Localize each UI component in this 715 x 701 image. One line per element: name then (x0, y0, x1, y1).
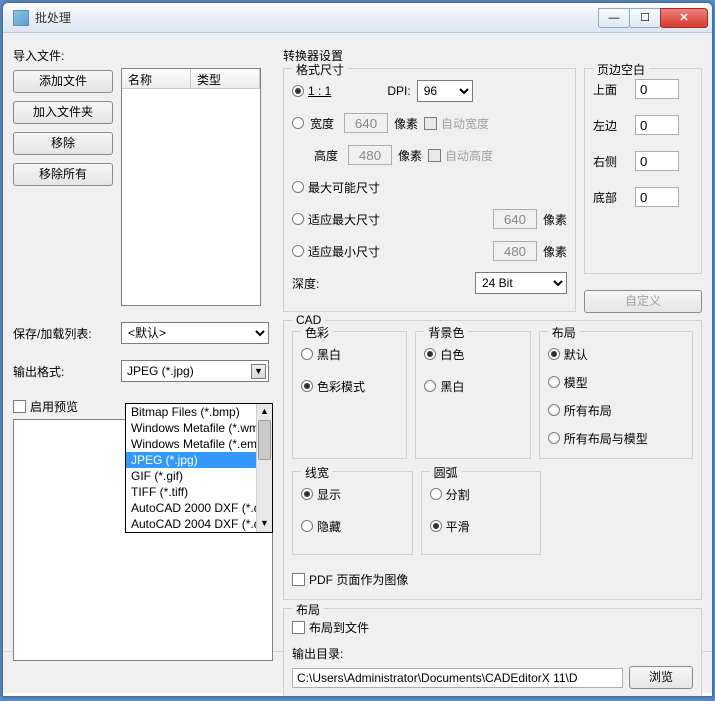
format-option[interactable]: TIFF (*.tiff) (126, 484, 272, 500)
margin-left-input[interactable] (635, 115, 679, 135)
layout-default-radio[interactable]: 默认 (548, 346, 588, 363)
margins-title: 页边空白 (593, 61, 649, 78)
col-type[interactable]: 类型 (191, 69, 260, 88)
custom-button: 自定义 (584, 290, 702, 313)
dpi-label: DPI: (387, 84, 410, 98)
add-folder-button[interactable]: 加入文件夹 (13, 101, 113, 124)
titlebar: 批处理 — ☐ ✕ (3, 3, 712, 33)
arc-split-radio[interactable]: 分割 (430, 486, 470, 503)
lw-hide-radio[interactable]: 隐藏 (301, 518, 341, 535)
format-option[interactable]: Windows Metafile (*.wmf) (126, 420, 272, 436)
pdf-as-image-checkbox[interactable]: PDF 页面作为图像 (292, 571, 408, 588)
output-format-label: 输出格式: (13, 363, 113, 380)
format-option[interactable]: Bitmap Files (*.bmp) (126, 404, 272, 420)
browse-button[interactable]: 浏览 (629, 666, 693, 689)
auto-width-checkbox: 自动宽度 (424, 115, 489, 132)
bg-white-radio[interactable]: 白色 (424, 346, 464, 363)
height-input[interactable] (348, 145, 392, 165)
fit-max-radio[interactable]: 适应最大尺寸 (292, 211, 380, 228)
outdir-label: 输出目录: (292, 645, 693, 662)
layout-section-title: 布局 (292, 601, 324, 618)
format-option[interactable]: JPEG (*.jpg) (126, 452, 272, 468)
file-list[interactable]: 名称 类型 (121, 68, 261, 306)
width-input[interactable] (344, 113, 388, 133)
depth-select[interactable]: 24 Bit (475, 272, 567, 294)
save-list-label: 保存/加载列表: (13, 325, 113, 342)
output-format-combo[interactable]: JPEG (*.jpg) ▼ (121, 360, 269, 382)
dpi-select[interactable]: 96 (417, 80, 473, 102)
format-option[interactable]: GIF (*.gif) (126, 468, 272, 484)
margin-right-input[interactable] (635, 151, 679, 171)
save-list-select[interactable]: <默认> (121, 322, 269, 344)
bg-black-radio[interactable]: 黑白 (424, 378, 464, 395)
layout-all-radio[interactable]: 所有布局 (548, 402, 612, 419)
layout-model-radio[interactable]: 模型 (548, 374, 588, 391)
depth-label: 深度: (292, 275, 319, 292)
max-possible-radio[interactable]: 最大可能尺寸 (292, 179, 380, 196)
arc-smooth-radio[interactable]: 平滑 (430, 518, 470, 535)
output-format-dropdown[interactable]: Bitmap Files (*.bmp)Windows Metafile (*.… (125, 403, 273, 533)
window-title: 批处理 (35, 9, 599, 26)
dim-radio[interactable] (292, 117, 304, 129)
fit-min-radio[interactable]: 适应最小尺寸 (292, 243, 380, 260)
fit-min-input[interactable] (493, 241, 537, 261)
col-name[interactable]: 名称 (122, 69, 191, 88)
import-label: 导入文件: (13, 47, 273, 64)
format-option[interactable]: Windows Metafile (*.emf) (126, 436, 272, 452)
color-bw-radio[interactable]: 黑白 (301, 346, 341, 363)
outdir-input[interactable] (292, 668, 623, 688)
layout-to-file-checkbox[interactable]: 布局到文件 (292, 619, 369, 636)
format-size-title: 格式尺寸 (292, 61, 348, 78)
app-icon (13, 10, 29, 26)
format-option[interactable]: AutoCAD 2000 DXF (*.dxf) (126, 500, 272, 516)
color-mode-radio[interactable]: 色彩模式 (301, 378, 365, 395)
margin-top-input[interactable] (635, 79, 679, 99)
ratio-1-1-radio[interactable]: 1 : 1 (292, 84, 331, 98)
chevron-down-icon: ▼ (251, 364, 266, 379)
fit-max-input[interactable] (493, 209, 537, 229)
lw-show-radio[interactable]: 显示 (301, 486, 341, 503)
add-file-button[interactable]: 添加文件 (13, 70, 113, 93)
layout-all-model-radio[interactable]: 所有布局与模型 (548, 430, 648, 447)
margin-bottom-input[interactable] (635, 187, 679, 207)
minimize-button[interactable]: — (598, 8, 630, 28)
format-option[interactable]: AutoCAD 2004 DXF (*.dxf) (126, 516, 272, 532)
remove-button[interactable]: 移除 (13, 132, 113, 155)
remove-all-button[interactable]: 移除所有 (13, 163, 113, 186)
auto-height-checkbox: 自动高度 (428, 147, 493, 164)
close-button[interactable]: ✕ (660, 8, 708, 28)
maximize-button[interactable]: ☐ (629, 8, 661, 28)
enable-preview-checkbox[interactable]: 启用预览 (13, 398, 78, 415)
